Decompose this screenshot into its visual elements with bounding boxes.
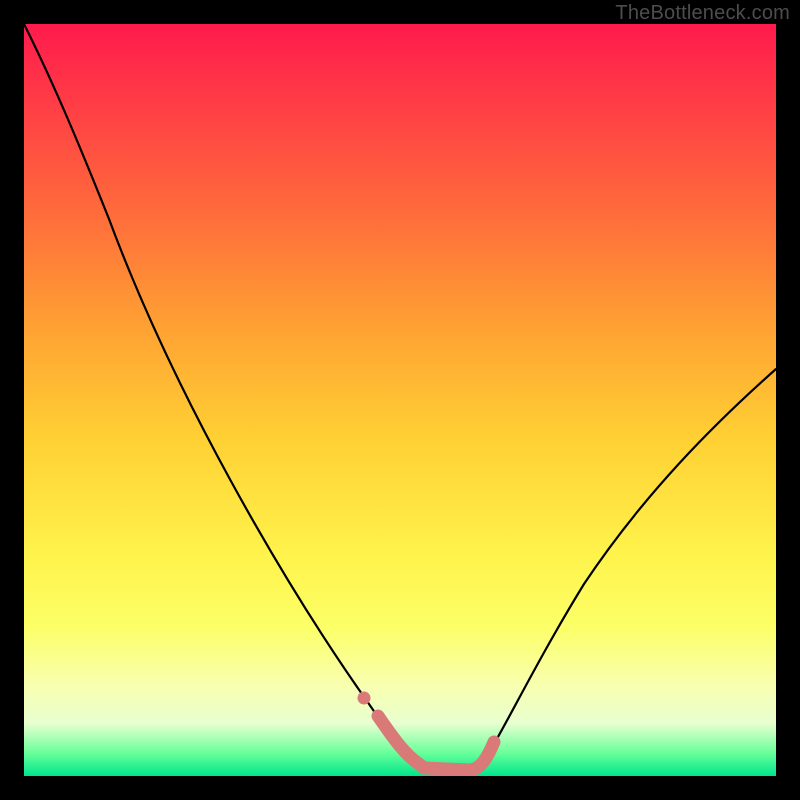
attribution-label: TheBottleneck.com: [615, 2, 790, 25]
chart-frame: TheBottleneck.com: [0, 0, 800, 800]
bottleneck-highlight-segment: [378, 716, 494, 770]
highlight-start-dot-icon: [358, 692, 371, 705]
curve-layer: [24, 24, 776, 776]
bottleneck-curve-black: [24, 24, 776, 770]
plot-area: [24, 24, 776, 776]
